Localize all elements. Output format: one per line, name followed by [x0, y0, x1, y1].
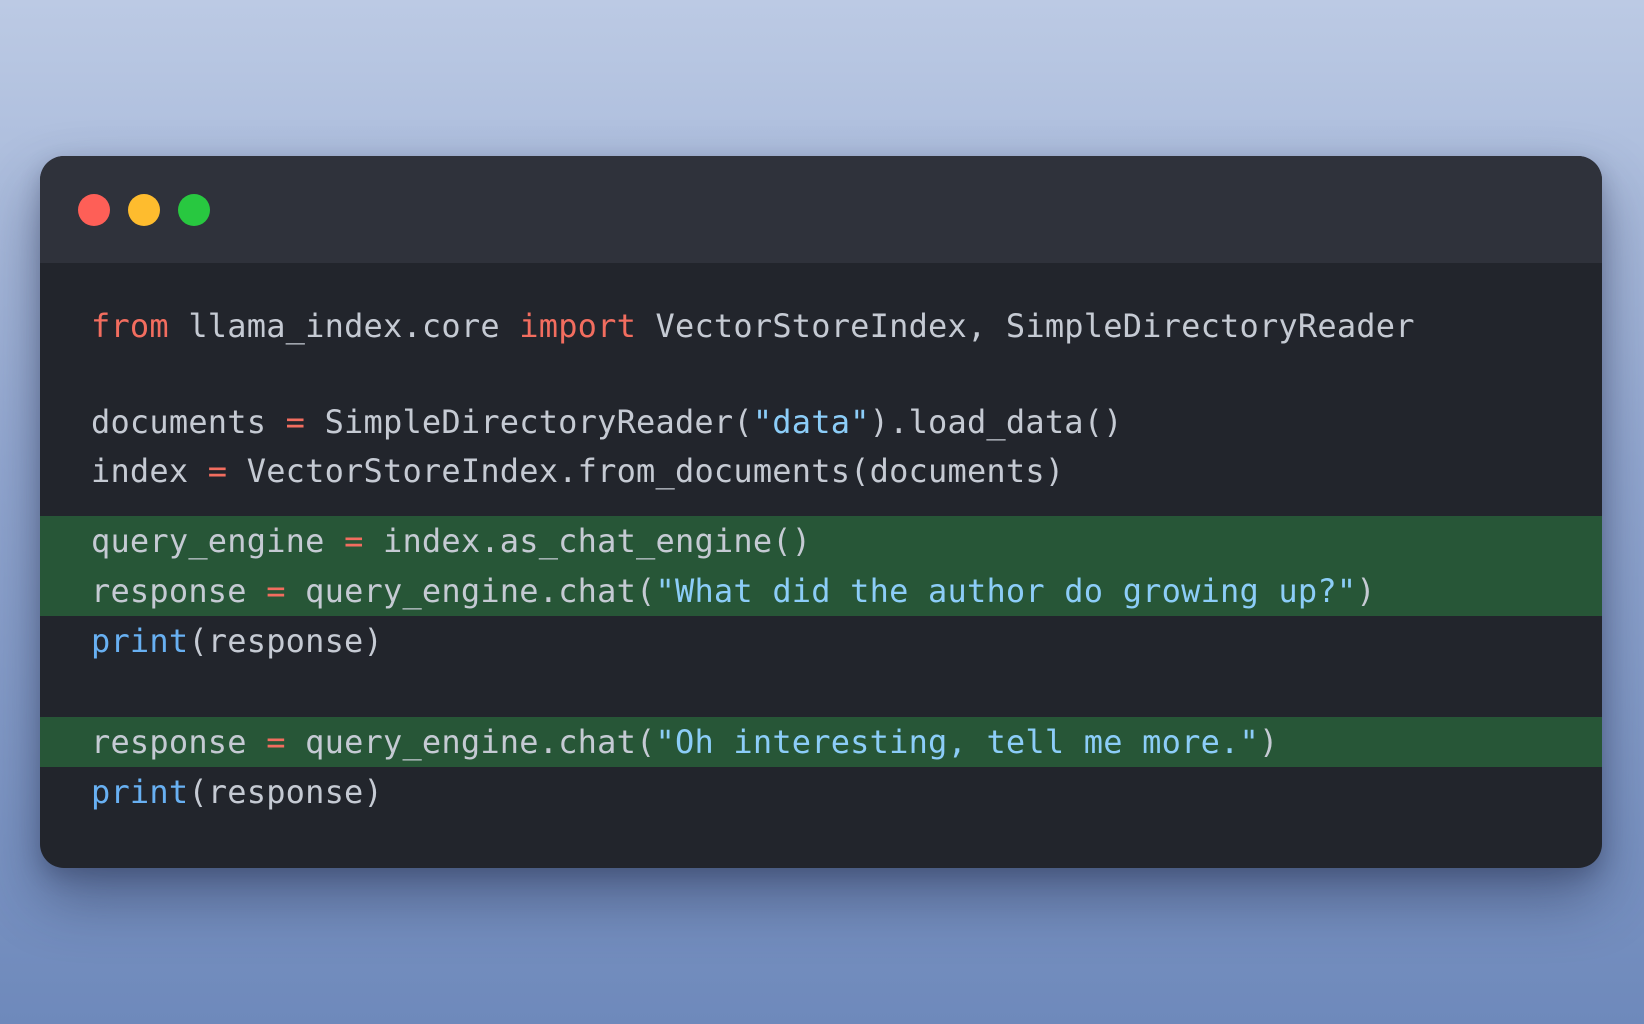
variable-query-engine: query_engine	[91, 522, 345, 560]
variable-index: index	[91, 452, 208, 490]
variable-response: response	[91, 723, 267, 761]
import-names: VectorStoreIndex, SimpleDirectoryReader	[636, 307, 1415, 345]
keyword-from: from	[91, 307, 169, 345]
call-from-documents: VectorStoreIndex.from_documents(document…	[227, 452, 1065, 490]
variable-response: response	[91, 572, 267, 610]
code-line-print-2: print(response)	[40, 767, 1602, 817]
variable-documents: documents	[91, 403, 286, 441]
highlighted-line-response-2: response = query_engine.chat("Oh interes…	[40, 717, 1602, 767]
assign-operator: =	[207, 452, 228, 490]
code-line-1: from llama_index.core import VectorStore…	[40, 301, 1602, 351]
assign-operator: =	[344, 522, 364, 560]
code-line-4: index = VectorStoreIndex.from_documents(…	[40, 446, 1602, 496]
close-paren: )	[1258, 723, 1279, 761]
keyword-import: import	[519, 307, 637, 345]
builtin-print: print	[91, 773, 189, 811]
call-chat: query_engine.chat(	[285, 723, 656, 761]
print-args: (response)	[188, 773, 383, 811]
string-literal: "data"	[752, 403, 870, 441]
module-name: llama_index.core	[168, 307, 520, 345]
highlighted-line-response-1: response = query_engine.chat("What did t…	[40, 566, 1602, 616]
assign-operator: =	[285, 403, 306, 441]
print-args: (response)	[188, 622, 383, 660]
assign-operator: =	[266, 572, 286, 610]
builtin-print: print	[91, 622, 189, 660]
call-chat: query_engine.chat(	[285, 572, 656, 610]
call-load-data: ).load_data()	[869, 403, 1123, 441]
close-paren: )	[1356, 572, 1376, 610]
code-window: from llama_index.core import VectorStore…	[40, 156, 1602, 868]
call-as-chat-engine: index.as_chat_engine()	[363, 522, 812, 560]
string-literal: "What did the author do growing up?"	[655, 572, 1357, 610]
call-reader: SimpleDirectoryReader(	[305, 403, 753, 441]
code-line-print-1: print(response)	[40, 616, 1602, 666]
assign-operator: =	[266, 723, 286, 761]
code-line-3: documents = SimpleDirectoryReader("data"…	[40, 397, 1602, 447]
string-literal: "Oh interesting, tell me more."	[655, 723, 1259, 761]
highlighted-line-query-engine: query_engine = index.as_chat_engine()	[40, 516, 1602, 566]
